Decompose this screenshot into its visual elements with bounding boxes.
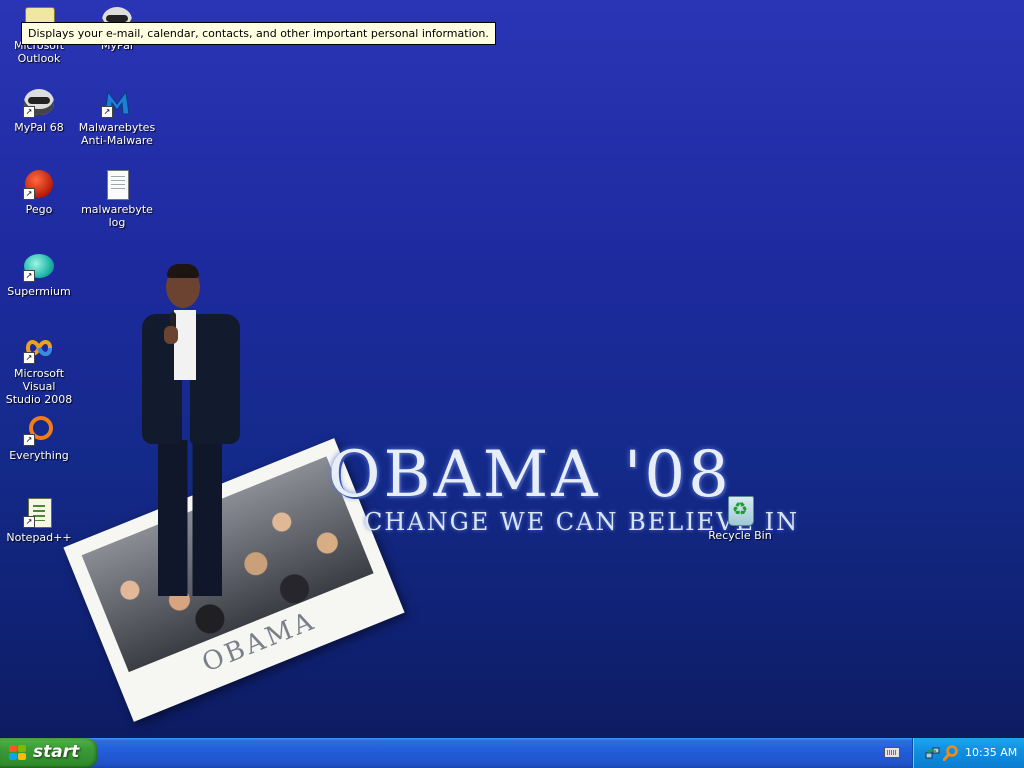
desktop-icon-visual-studio-2008[interactable]: ↗ Microsoft Visual Studio 2008	[0, 332, 79, 406]
icon-label: Everything	[9, 449, 69, 462]
network-icon[interactable]	[925, 745, 941, 761]
desktop-icon-malwarebyte-log[interactable]: malwarebyte log	[77, 168, 157, 229]
desktop-icon-recycle-bin[interactable]: Recycle Bin	[700, 494, 780, 542]
supermium-icon: ↗	[23, 250, 55, 282]
notepad-plus-plus-icon: ↗	[23, 496, 55, 528]
search-tray-icon[interactable]	[943, 745, 959, 761]
malwarebytes-icon: ↗	[101, 86, 133, 118]
text-file-icon	[101, 168, 133, 200]
icon-label: Malwarebytes	[78, 121, 156, 134]
everything-icon: ↗	[23, 414, 55, 446]
desktop-icon-pego[interactable]: ↗ Pego	[0, 168, 79, 216]
desktop-icon-malwarebytes[interactable]: ↗ Malwarebytes Anti-Malware	[77, 86, 157, 147]
desktop-icon-everything[interactable]: ↗ Everything	[0, 414, 79, 462]
taskbar[interactable]: start 10:35 AM	[0, 738, 1024, 768]
keyboard-icon[interactable]	[884, 747, 900, 758]
start-label: start	[33, 742, 80, 762]
recycle-bin-icon	[724, 494, 756, 526]
wallpaper-title: OBAMA '08	[328, 438, 732, 512]
desktop-icon-supermium[interactable]: ↗ Supermium	[0, 250, 79, 298]
wallpaper-figure	[134, 264, 246, 604]
windows-logo-icon	[9, 745, 27, 761]
desktop[interactable]: OBAMA OBAMA '08 CHANGE WE CAN BELIEVE IN…	[0, 0, 1024, 736]
icon-label: Studio 2008	[5, 393, 73, 406]
icon-label: log	[108, 216, 126, 229]
icon-label: Pego	[25, 203, 53, 216]
desktop-icon-mypal-68[interactable]: ↗ MyPal 68	[0, 86, 79, 134]
start-button[interactable]: start	[0, 738, 98, 768]
raccoon-icon: ↗	[23, 86, 55, 118]
icon-label: malwarebyte	[81, 203, 153, 216]
icon-label: Outlook	[17, 52, 61, 65]
system-tray: 10:35 AM	[912, 738, 1024, 768]
icon-label: MyPal 68	[14, 121, 64, 134]
icon-label: Notepad++	[6, 531, 72, 544]
outlook-tooltip: Displays your e-mail, calendar, contacts…	[21, 22, 496, 45]
icon-label: Supermium	[7, 285, 71, 298]
icon-label: Microsoft Visual	[13, 367, 65, 393]
icon-label: Recycle Bin	[708, 529, 772, 542]
icon-label: Anti-Malware	[81, 134, 153, 147]
visual-studio-icon: ↗	[23, 332, 55, 364]
clock[interactable]: 10:35 AM	[965, 746, 1017, 759]
desktop-icon-notepad-plus-plus[interactable]: ↗ Notepad++	[0, 496, 79, 544]
pego-icon: ↗	[23, 168, 55, 200]
